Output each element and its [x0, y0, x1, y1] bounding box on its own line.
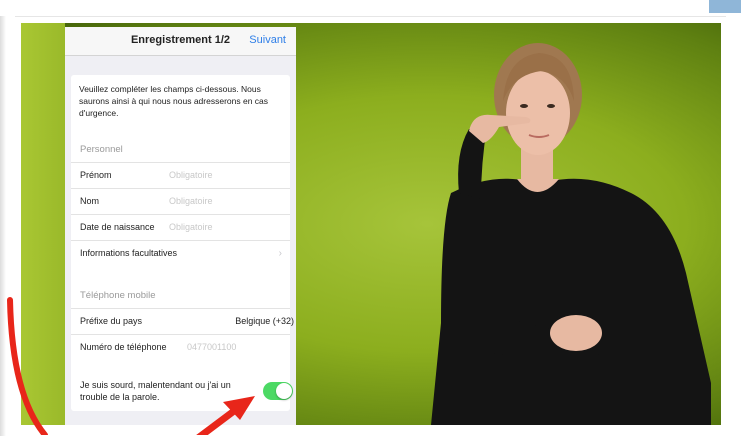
birthdate-field[interactable]: Date de naissance Obligatoire — [71, 214, 290, 241]
personal-section: Personnel Prénom Obligatoire Nom Obligat… — [71, 136, 290, 295]
registration-form-panel: Enregistrement 1/2 Suivant Veuillez comp… — [65, 27, 296, 425]
deaf-toggle-switch[interactable] — [263, 382, 293, 400]
last-name-input[interactable]: Obligatoire — [169, 196, 213, 206]
birthdate-label: Date de naissance — [80, 222, 155, 232]
country-prefix-row[interactable]: Préfixe du pays Belgique (+32) — [71, 308, 294, 335]
first-name-field[interactable]: Prénom Obligatoire — [71, 162, 290, 189]
deaf-toggle-card: Je suis sourd, malentendant ou j'ai un t… — [71, 371, 293, 411]
deaf-toggle-label: Je suis sourd, malentendant ou j'ai un t… — [80, 380, 231, 402]
first-name-input[interactable]: Obligatoire — [169, 170, 213, 180]
toggle-knob — [276, 383, 292, 399]
personal-header: Personnel — [71, 136, 290, 163]
optional-info-row[interactable]: Informations facultatives › — [71, 240, 290, 266]
intro-text: Veuillez compléter les champs ci-dessous… — [79, 84, 269, 118]
chevron-right-icon: › — [278, 248, 282, 259]
next-button[interactable]: Suivant — [249, 34, 286, 46]
corner-tab — [709, 0, 741, 13]
phone-number-field[interactable]: Numéro de téléphone 0477001100 — [71, 334, 290, 360]
last-name-field[interactable]: Nom Obligatoire — [71, 188, 290, 215]
phone-header-label: Téléphone mobile — [80, 290, 156, 301]
birthdate-input[interactable]: Obligatoire — [169, 222, 213, 232]
phone-number-label: Numéro de téléphone — [80, 342, 167, 352]
personal-header-label: Personnel — [80, 144, 123, 155]
nav-bar: Enregistrement 1/2 Suivant — [65, 27, 296, 56]
window-edge-shadow — [0, 16, 6, 436]
first-name-label: Prénom — [80, 170, 112, 180]
country-prefix-value[interactable]: Belgique (+32) — [235, 316, 294, 326]
phone-number-input[interactable]: 0477001100 — [187, 342, 236, 352]
window-top-border — [15, 16, 726, 17]
country-prefix-label: Préfixe du pays — [80, 316, 143, 326]
optional-info-label: Informations facultatives — [80, 248, 178, 258]
last-name-label: Nom — [80, 196, 100, 206]
phone-header: Téléphone mobile — [71, 282, 290, 309]
